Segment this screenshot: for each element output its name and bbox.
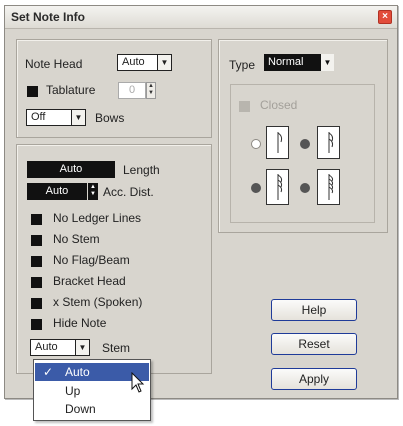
reset-button[interactable]: Reset [271, 333, 357, 355]
dropdown-item-label: Up [65, 384, 81, 398]
closed-subgroup [230, 84, 375, 223]
tablature-field[interactable]: 0 [118, 82, 146, 99]
x-stem-checkbox[interactable] [31, 298, 42, 309]
no-ledger-lines-label: No Ledger Lines [53, 211, 142, 225]
radio-sixtyfourth[interactable] [300, 183, 310, 193]
stem-select[interactable]: Auto ▼ [30, 339, 90, 356]
length-value: Auto [59, 163, 83, 175]
thirtysecond-note-icon [266, 169, 289, 205]
type-select[interactable]: Normal ▼ [264, 54, 334, 71]
acc-dist-label: Acc. Dist. [103, 185, 154, 199]
note-head-label: Note Head [25, 57, 83, 71]
no-flag-beam-checkbox[interactable] [31, 256, 42, 267]
radio-thirtysecond[interactable] [251, 183, 261, 193]
bracket-head-checkbox[interactable] [31, 277, 42, 288]
closed-label: Closed [260, 98, 298, 112]
tablature-spin-icon[interactable]: ▲ ▼ [146, 82, 156, 99]
chevron-down-icon: ▼ [75, 340, 89, 355]
bracket-head-label: Bracket Head [53, 274, 126, 288]
closed-checkbox[interactable] [239, 101, 250, 112]
title-bar[interactable]: Set Note Info × [5, 6, 397, 29]
bows-select[interactable]: Off ▼ [26, 109, 86, 126]
radio-sixteenth[interactable] [300, 139, 310, 149]
checkmark-icon: ✓ [43, 365, 54, 379]
dropdown-item-label: Auto [65, 365, 90, 379]
note-head-select[interactable]: Auto ▼ [117, 54, 172, 71]
bows-label: Bows [95, 111, 125, 125]
tablature-label: Tablature [46, 83, 96, 97]
apply-button[interactable]: Apply [271, 368, 357, 390]
tablature-checkbox[interactable] [27, 86, 38, 97]
sixtyfourth-note-icon [317, 169, 340, 205]
stem-value: Auto [35, 341, 58, 353]
length-field[interactable]: Auto [27, 161, 115, 178]
length-label: Length [123, 163, 160, 177]
sixteenth-note-icon [317, 126, 340, 159]
acc-dist-value: Auto [45, 185, 69, 197]
no-stem-label: No Stem [53, 232, 100, 246]
chevron-down-icon: ▼ [71, 110, 85, 125]
mouse-pointer-icon [131, 372, 145, 393]
note-head-value: Auto [122, 56, 145, 68]
close-button[interactable]: × [378, 10, 392, 24]
tablature-value: 0 [128, 84, 136, 96]
no-stem-checkbox[interactable] [31, 235, 42, 246]
dropdown-item-down[interactable]: Down [35, 400, 149, 418]
chevron-down-icon: ▼ [157, 55, 171, 70]
radio-eighth[interactable] [251, 139, 261, 149]
eighth-note-icon [266, 126, 289, 159]
hide-note-checkbox[interactable] [31, 319, 42, 330]
help-button[interactable]: Help [271, 299, 357, 321]
acc-dist-field[interactable]: Auto [27, 183, 87, 200]
type-label: Type [229, 58, 256, 72]
acc-dist-spin-icon[interactable]: ▲ ▼ [88, 183, 98, 200]
dropdown-item-label: Down [65, 402, 96, 416]
x-stem-label: x Stem (Spoken) [53, 295, 143, 309]
stem-label: Stem [102, 341, 131, 355]
hide-note-label: Hide Note [53, 316, 107, 330]
no-flag-beam-label: No Flag/Beam [53, 253, 130, 267]
dialog-title: Set Note Info [11, 10, 85, 24]
set-note-info-dialog: Set Note Info × Note Head Auto ▼ Tablatu… [4, 5, 398, 399]
chevron-down-icon: ▼ [320, 54, 334, 71]
type-value: Normal [268, 56, 304, 68]
bows-value: Off [31, 111, 46, 123]
no-ledger-lines-checkbox[interactable] [31, 214, 42, 225]
